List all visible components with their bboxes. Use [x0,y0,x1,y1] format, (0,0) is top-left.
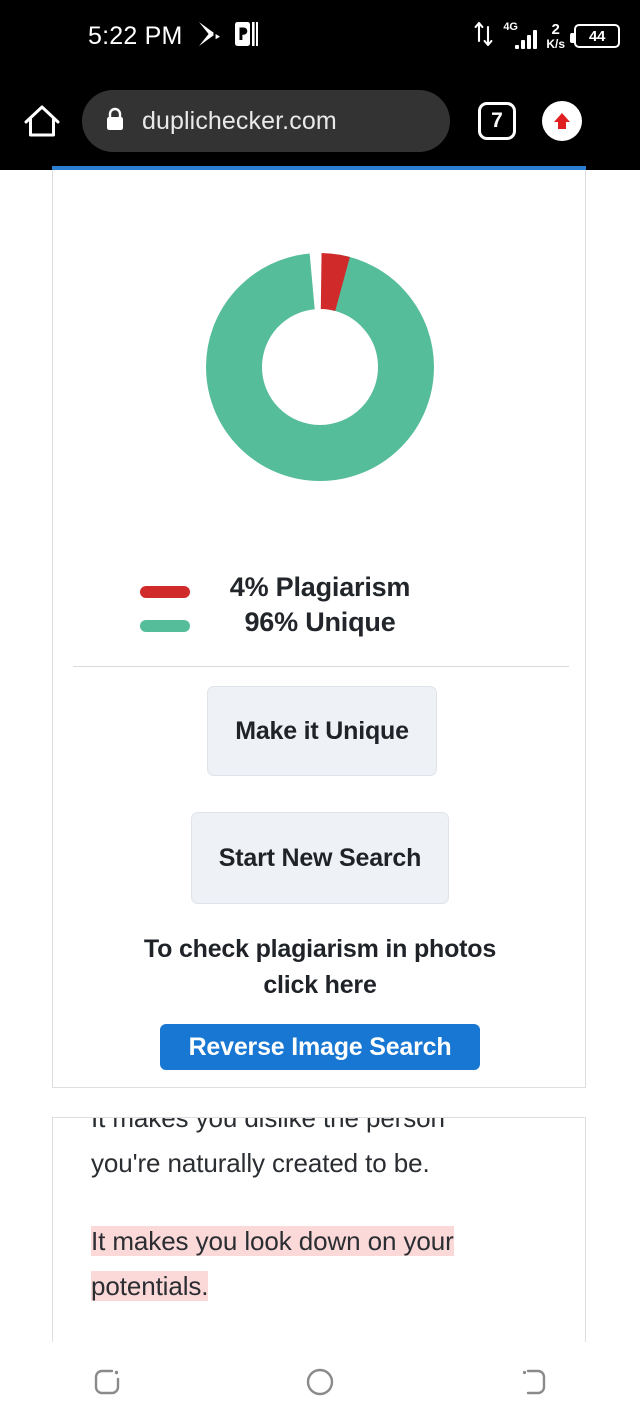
donut-chart [53,170,587,500]
text-clipped-line: It makes you dislike the person [91,1117,445,1133]
screen: 5:22 PM 4G 2 K/s 44 duplichecker.com 7 4… [0,0,640,1422]
tab-count-button[interactable]: 7 [478,102,516,140]
browser-toolbar: duplichecker.com 7 [0,72,640,170]
signal-bars-icon: 4G [503,21,538,49]
legend-labels: 4% Plagiarism 96% Unique [230,570,411,639]
make-it-unique-button[interactable]: Make it Unique [207,686,437,776]
home-icon[interactable] [20,99,64,143]
start-new-search-button[interactable]: Start New Search [191,812,449,904]
android-navigation-bar [0,1342,640,1422]
signal-bars [515,30,538,49]
reverse-image-search-button[interactable]: Reverse Image Search [160,1024,480,1070]
lock-icon [104,106,126,137]
photo-check-note: To check plagiarism in photos click here [53,932,587,1003]
highlight-span: It makes you look down on your potential… [91,1226,454,1302]
chart-legend: 4% Plagiarism 96% Unique [53,570,587,639]
upload-arrow-icon[interactable] [542,101,582,141]
status-bar-clock: 5:22 PM [88,21,183,50]
status-bar-right: 4G 2 K/s 44 [474,0,620,72]
back-icon[interactable] [493,1352,573,1412]
data-rate-indicator: 2 K/s [546,22,565,50]
home-circle-icon[interactable] [280,1352,360,1412]
page-content: 4% Plagiarism 96% Unique Make it Unique … [0,166,640,1342]
data-rate-value: 2 [551,21,560,38]
source-text-card: It makes you dislike the person you're n… [52,1117,586,1342]
photo-check-note-line2: click here [263,970,377,999]
play-store-icon [197,21,221,52]
legend-marker-plagiarism [139,586,190,598]
tab-count-label: 7 [491,109,503,132]
battery-level: 44 [588,27,606,45]
recents-icon[interactable] [67,1352,147,1412]
legend-marker-unique [139,620,190,632]
photo-check-note-line1: To check plagiarism in photos [143,935,497,963]
plagiarism-result-card: 4% Plagiarism 96% Unique Make it Unique … [52,170,586,1088]
text-line-2: you're naturally created to be. [91,1147,430,1178]
donut-chart-svg [206,253,434,481]
donut-slice-unique [206,253,434,481]
legend-markers [118,570,230,632]
data-rate-unit: K/s [546,37,565,51]
url-bar[interactable]: duplichecker.com [82,90,450,152]
legend-label-plagiarism: 4% Plagiarism [229,572,411,602]
status-bar-left: 5:22 PM [88,21,258,52]
url-text: duplichecker.com [142,106,337,135]
up-down-arrows-icon [474,21,494,52]
legend-label-unique: 96% Unique [244,606,396,637]
powerpoint-icon [234,21,258,52]
highlighted-text: It makes you look down on your potential… [91,1219,547,1308]
battery-icon: 44 [570,24,620,48]
section-divider [73,666,569,667]
status-bar: 5:22 PM 4G 2 K/s 44 [0,0,640,72]
